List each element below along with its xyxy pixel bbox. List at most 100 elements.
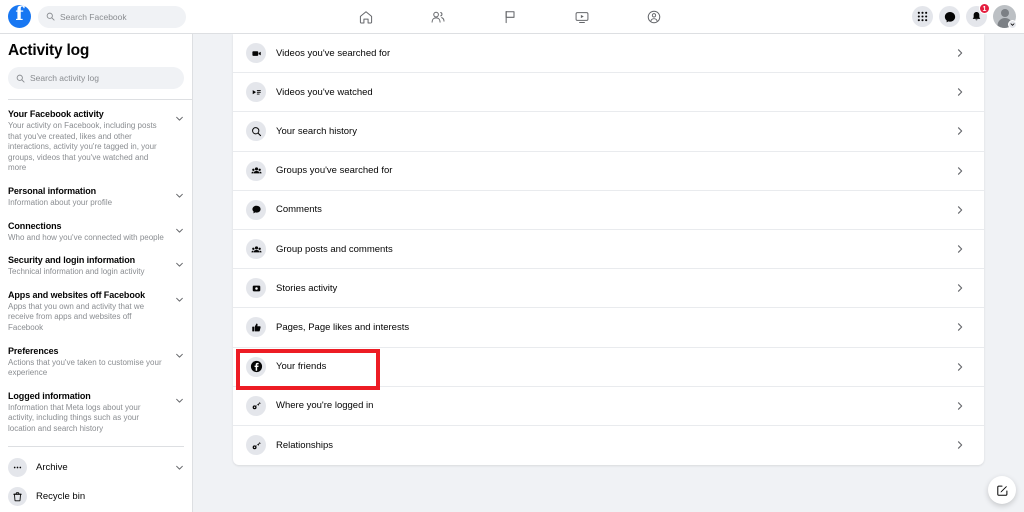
sidebar-section-desc: Apps that you own and activity that we r… [8, 301, 145, 332]
chevron-right-icon[interactable] [953, 401, 967, 411]
chevron-down-icon[interactable] [172, 289, 186, 304]
sidebar-section-apps-and-websites-off-facebook[interactable]: Apps and websites off Facebook Apps that… [0, 289, 192, 334]
notification-badge: 1 [979, 3, 990, 14]
sidebar-divider [8, 445, 184, 447]
chevron-right-icon[interactable] [953, 126, 967, 136]
sidebar-section-title: Apps and websites off Facebook [8, 289, 146, 300]
main-content: Videos you've searched for Videos you've… [193, 34, 1024, 512]
sidebar-item-label: Recycle bin [36, 490, 86, 502]
chevron-down-icon[interactable] [172, 345, 186, 360]
chevron-down-icon[interactable] [172, 185, 186, 200]
search-icon [16, 74, 25, 83]
sidebar-section-desc: Actions that you've taken to customise y… [8, 357, 162, 378]
menu-grid-button[interactable] [912, 6, 933, 27]
sidebar-section-preferences[interactable]: Preferences Actions that you've taken to… [0, 345, 192, 379]
sidebar-section-your-facebook-activity[interactable]: Your Facebook activity Your activity on … [0, 108, 192, 174]
sidebar-item-recycle-bin[interactable]: Recycle bin [0, 482, 192, 511]
group-icon [246, 239, 266, 260]
activity-row-relationships[interactable]: Relationships [233, 426, 984, 465]
activity-row-label: Groups you've searched for [276, 165, 393, 177]
account-button[interactable] [993, 5, 1017, 29]
messenger-button[interactable] [939, 6, 960, 27]
notifications-button[interactable]: 1 [966, 3, 990, 27]
activity-row-your-friends[interactable]: Your friends [233, 348, 984, 390]
sidebar-section-title: Preferences [8, 345, 59, 356]
activity-row-where-youre-logged-in[interactable]: Where you're logged in [233, 387, 984, 426]
friends-icon [430, 9, 446, 25]
sidebar-item-label: Archive [36, 461, 68, 473]
nav-tab-watch[interactable] [561, 2, 603, 32]
trash-icon [8, 486, 27, 506]
sidebar-section-text: Preferences Actions that you've taken to… [8, 345, 172, 379]
chevron-right-icon[interactable] [953, 322, 967, 332]
activity-row-label: Where you're logged in [276, 400, 374, 412]
sidebar-section-desc: Information that Meta logs about your ac… [8, 402, 141, 433]
chevron-right-icon[interactable] [953, 283, 967, 293]
activity-row-videos-watched[interactable]: Videos you've watched [233, 73, 984, 113]
video-camera-icon [246, 43, 266, 64]
key-icon [246, 435, 266, 456]
chevron-down-icon[interactable] [172, 220, 186, 235]
chevron-right-icon[interactable] [953, 440, 967, 450]
sidebar-section-text: Personal information Information about y… [8, 185, 172, 209]
activity-row-groups-searched-for[interactable]: Groups you've searched for [233, 152, 984, 191]
video-playlist-icon [246, 82, 266, 103]
watch-icon [574, 9, 590, 25]
chevron-right-icon[interactable] [953, 362, 967, 372]
sidebar-section-desc: Technical information and login activity [8, 267, 145, 277]
global-search-input[interactable]: Search Facebook [38, 5, 186, 28]
nav-tab-pages[interactable] [489, 2, 531, 32]
sidebar-section-personal-information[interactable]: Personal information Information about y… [0, 185, 192, 209]
chevron-right-icon[interactable] [953, 87, 967, 97]
sidebar-section-desc: Who and how you've connected with people [8, 232, 164, 242]
sidebar-section-title: Your Facebook activity [8, 109, 104, 119]
sidebar-search-placeholder: Search activity log [30, 73, 99, 83]
ellipsis-icon [8, 457, 27, 477]
activity-row-stories-activity[interactable]: Stories activity [233, 269, 984, 309]
activity-row-pages-page-likes-and-interests[interactable]: Pages, Page likes and interests [233, 308, 984, 348]
chevron-right-icon[interactable] [953, 166, 967, 176]
activity-row-label: Videos you've searched for [276, 47, 391, 59]
sidebar-section-desc: Information about your profile [8, 197, 113, 207]
home-icon [358, 9, 374, 25]
sidebar-section-desc: Your activity on Facebook, including pos… [8, 121, 157, 173]
chevron-right-icon[interactable] [953, 48, 967, 58]
chevron-down-icon[interactable] [172, 254, 186, 269]
sidebar-section-security-and-login-information[interactable]: Security and login information Technical… [0, 254, 192, 278]
activity-row-comments[interactable]: Comments [233, 191, 984, 230]
activity-row-videos-searched-for[interactable]: Videos you've searched for [233, 34, 984, 74]
nav-tab-groups[interactable] [633, 2, 675, 32]
messenger-icon [944, 11, 956, 23]
sidebar-item-archive[interactable]: Archive [0, 453, 192, 482]
navbar-center-tabs [330, 2, 690, 32]
sidebar-section-text: Your Facebook activity Your activity on … [8, 108, 172, 174]
chevron-right-icon[interactable] [953, 244, 967, 254]
sidebar-section-text: Apps and websites off Facebook Apps that… [8, 289, 172, 334]
nav-tab-friends[interactable] [417, 2, 459, 32]
activity-row-label: Your friends [276, 361, 327, 373]
sidebar-search-input[interactable]: Search activity log [8, 67, 184, 89]
activity-row-label: Pages, Page likes and interests [276, 321, 410, 333]
activity-row-group-posts-and-comments[interactable]: Group posts and comments [233, 230, 984, 270]
groups-icon [646, 9, 662, 25]
chevron-down-icon[interactable] [172, 390, 186, 405]
activity-list-card: Videos you've searched for Videos you've… [233, 34, 984, 466]
sidebar-section-title: Personal information [8, 185, 97, 196]
activity-row-label: Relationships [276, 439, 334, 451]
chevron-down-icon[interactable] [172, 463, 186, 472]
facebook-circle-icon [246, 356, 266, 377]
sidebar-section-connections[interactable]: Connections Who and how you've connected… [0, 220, 192, 244]
chevron-down-icon[interactable] [172, 108, 186, 123]
activity-row-your-search-history[interactable]: Your search history [233, 112, 984, 152]
chevron-right-icon[interactable] [953, 205, 967, 215]
nav-tab-home[interactable] [345, 2, 387, 32]
compose-button[interactable] [988, 476, 1016, 504]
sidebar-section-title: Security and login information [8, 255, 136, 266]
sidebar-divider [8, 99, 192, 100]
facebook-logo[interactable] [8, 3, 31, 28]
sidebar-section-logged-information[interactable]: Logged information Information that Meta… [0, 390, 192, 435]
sidebar-section-title: Logged information [8, 390, 91, 401]
search-icon [46, 12, 55, 21]
activity-row-label: Group posts and comments [276, 243, 393, 255]
key-icon [246, 395, 266, 416]
